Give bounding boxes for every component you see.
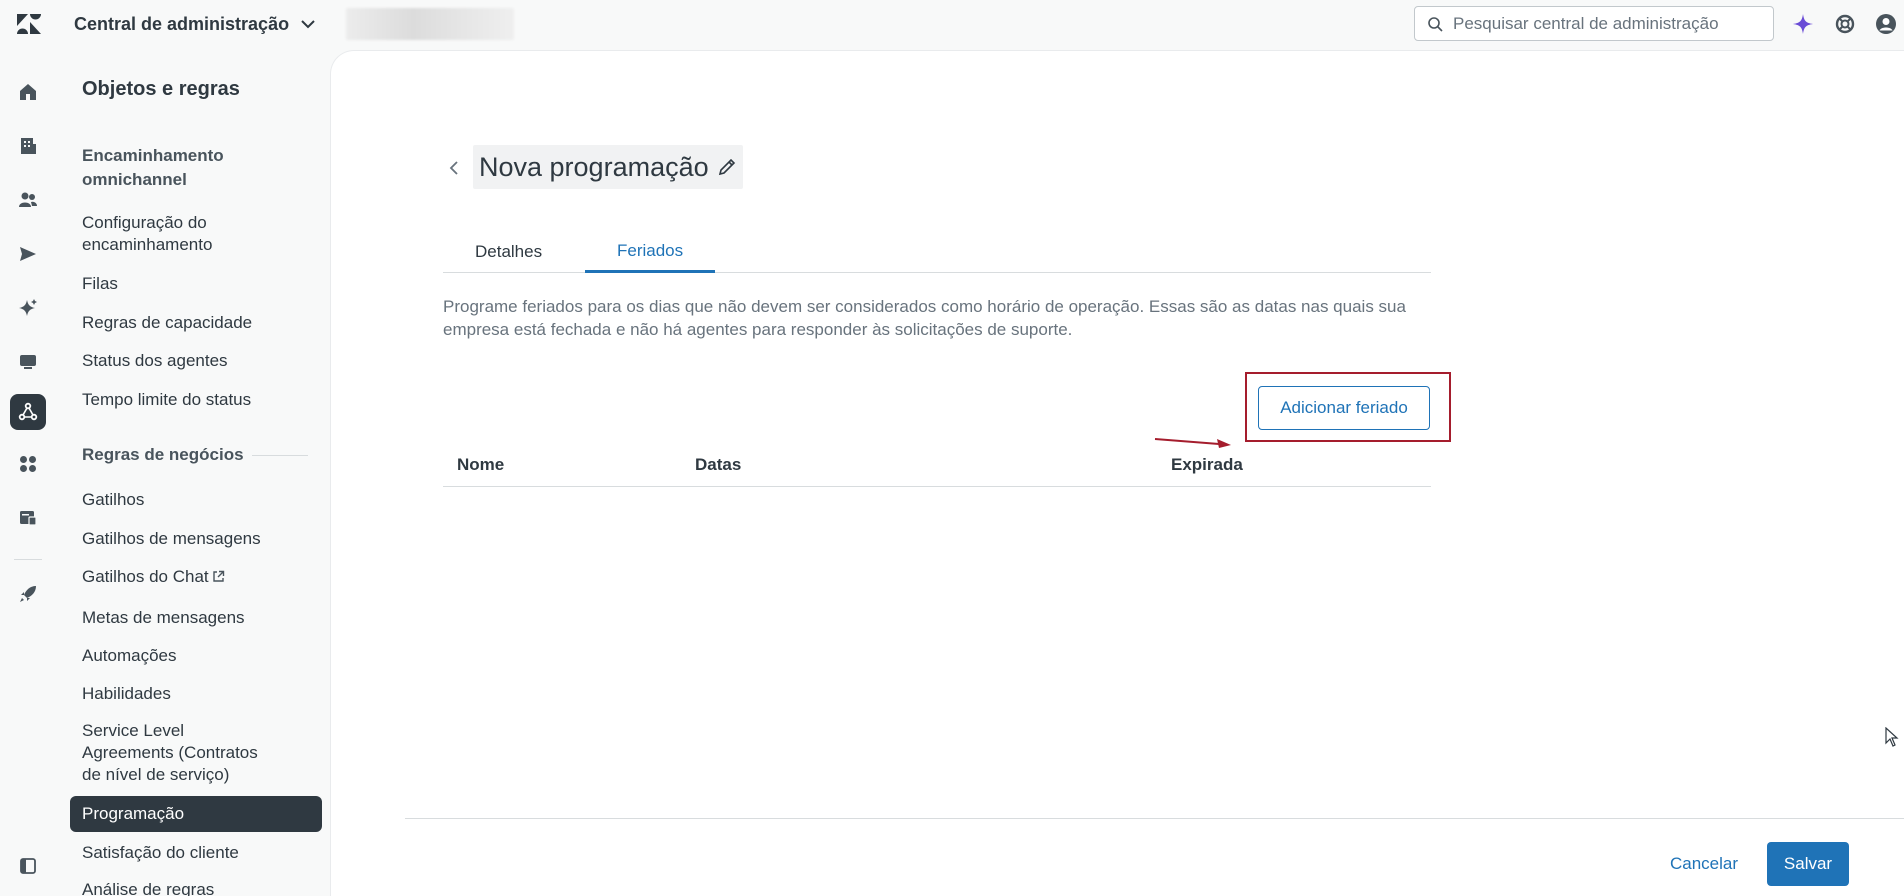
nav-item-customer-satisfaction[interactable]: Satisfação do cliente — [70, 842, 322, 864]
column-header-expired[interactable]: Expirada — [1171, 443, 1243, 487]
column-header-dates[interactable]: Datas — [695, 443, 741, 487]
rail-collapse[interactable] — [10, 848, 46, 884]
rail-workspaces[interactable] — [10, 344, 46, 380]
zendesk-logo[interactable] — [16, 12, 42, 36]
sparkle-icon — [19, 299, 37, 316]
pencil-icon — [718, 158, 735, 176]
nav-item-skills[interactable]: Habilidades — [70, 683, 322, 705]
footer-divider — [405, 818, 1904, 819]
product-switcher[interactable]: Central de administração — [74, 10, 317, 38]
nav-section-business-rules[interactable]: Regras de negócios — [82, 443, 244, 467]
ai-sparkle-icon[interactable] — [1790, 11, 1816, 37]
cancel-button[interactable]: Cancelar — [1649, 842, 1759, 886]
rail-account[interactable] — [10, 128, 46, 164]
save-button[interactable]: Salvar — [1767, 842, 1849, 886]
nav-item-messaging-triggers[interactable]: Gatilhos de mensagens — [70, 528, 322, 550]
nav-item-chat-triggers-label: Gatilhos do Chat — [82, 567, 209, 586]
nav-item-queues[interactable]: Filas — [70, 273, 322, 295]
nav-item-capacity-rules[interactable]: Regras de capacidade — [70, 312, 322, 334]
nav-item-chat-triggers[interactable]: Gatilhos do Chat — [70, 566, 322, 588]
nav-item-schedules[interactable]: Programação — [70, 796, 322, 832]
objects-rules-icon — [18, 402, 38, 421]
nav-item-automations[interactable]: Automações — [70, 645, 322, 667]
rocket-icon — [20, 586, 36, 602]
apps-icon — [20, 456, 36, 472]
chevron-left-icon — [449, 161, 458, 175]
rail-apps[interactable] — [10, 446, 46, 482]
mouse-cursor-icon — [1885, 727, 1899, 747]
building-icon — [21, 138, 36, 154]
search-input[interactable] — [1453, 13, 1773, 34]
nav-title: Objetos e regras — [82, 78, 240, 100]
home-icon — [20, 84, 36, 100]
nav-section-omnichannel[interactable]: Encaminhamento omnichannel — [82, 144, 282, 192]
people-icon — [19, 192, 37, 207]
send-icon — [20, 247, 36, 261]
editable-title[interactable]: Nova programação — [473, 145, 743, 189]
chat-icon — [20, 355, 36, 369]
workspace-icon — [20, 511, 37, 526]
nav-item-agent-status[interactable]: Status dos agentes — [70, 350, 322, 372]
page-title: Nova programação — [479, 151, 709, 182]
rail-objects-rules[interactable] — [10, 394, 46, 430]
secondary-nav: Objetos e regras Encaminhamento omnichan… — [56, 48, 330, 896]
rail-workspace[interactable] — [10, 500, 46, 536]
holidays-table-header: Nome Datas Expirada — [443, 443, 1431, 487]
tab-holidays[interactable]: Feriados — [585, 231, 716, 273]
rail-getting-started[interactable] — [10, 576, 46, 612]
main-panel: Nova programação Detalhes Feriados Progr… — [330, 50, 1904, 896]
rail-ai[interactable] — [10, 290, 46, 326]
collapse-panel-icon — [20, 858, 36, 874]
product-name: Central de administração — [74, 13, 290, 34]
nav-item-sla[interactable]: Service Level Agreements (Contratos de n… — [70, 720, 290, 786]
nav-item-messaging-goals[interactable]: Metas de mensagens — [70, 607, 322, 629]
top-bar: Central de administração — [0, 0, 1904, 48]
rail-home[interactable] — [10, 74, 46, 110]
external-link-icon — [212, 570, 224, 582]
rail-people[interactable] — [10, 182, 46, 218]
blurred-account-name — [346, 8, 514, 40]
tab-list: Detalhes Feriados — [443, 231, 1431, 273]
back-button[interactable] — [443, 157, 465, 179]
tab-details[interactable]: Detalhes — [443, 231, 574, 273]
add-holiday-button[interactable]: Adicionar feriado — [1258, 386, 1430, 430]
search-icon — [1428, 16, 1443, 32]
search-box[interactable] — [1414, 6, 1774, 41]
product-rail — [0, 48, 56, 896]
nav-item-routing-config[interactable]: Configuração do encaminhamento — [70, 212, 270, 256]
rail-channels[interactable] — [10, 236, 46, 272]
holidays-description: Programe feriados para os dias que não d… — [443, 297, 1406, 339]
nav-item-triggers[interactable]: Gatilhos — [70, 489, 322, 511]
column-header-name[interactable]: Nome — [457, 443, 504, 487]
nav-item-rules-analysis[interactable]: Análise de regras — [70, 879, 322, 896]
help-icon[interactable] — [1832, 11, 1858, 37]
user-avatar-icon[interactable] — [1873, 11, 1899, 37]
nav-section-divider — [252, 455, 308, 456]
nav-item-status-timeout[interactable]: Tempo limite do status — [70, 389, 322, 411]
chevron-down-icon — [301, 20, 315, 29]
rail-divider — [14, 559, 42, 560]
